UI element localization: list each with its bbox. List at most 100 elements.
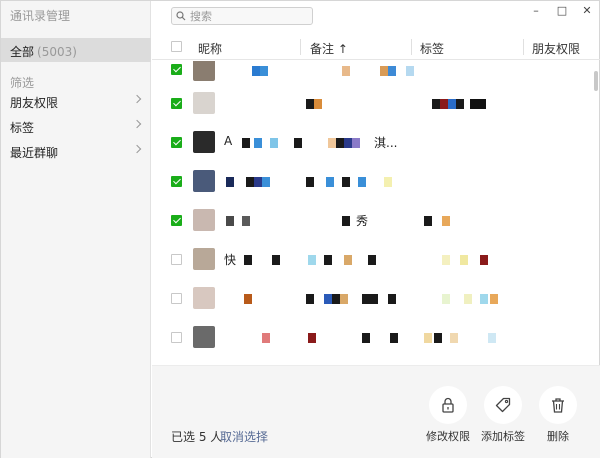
table-row[interactable]: 秀 <box>152 201 587 240</box>
search-box[interactable] <box>171 7 313 25</box>
masked-block <box>326 177 334 187</box>
table-row[interactable] <box>152 318 587 357</box>
masked-block <box>460 255 468 265</box>
window-title: 通讯录管理 <box>10 9 71 23</box>
sidebar-item-label: 最近群聊 <box>10 146 59 160</box>
avatar[interactable] <box>193 209 215 231</box>
avatar[interactable] <box>193 92 215 114</box>
masked-block <box>478 99 486 109</box>
masked-block <box>328 138 336 148</box>
tag-icon <box>495 397 511 413</box>
contacts-manager-window: 通讯录管理 全部 (5003) 筛选 朋友权限 标签 最近群聊 搜索 – □ ✕… <box>0 0 600 458</box>
masked-block <box>456 99 464 109</box>
select-all-checkbox[interactable] <box>171 41 182 52</box>
table-row[interactable]: 快 <box>152 240 587 279</box>
trash-icon <box>552 398 564 413</box>
add-tag-circle[interactable] <box>484 386 522 424</box>
sidebar: 通讯录管理 全部 (5003) 筛选 朋友权限 标签 最近群聊 <box>1 1 151 458</box>
maximize-button[interactable]: □ <box>555 5 569 17</box>
masked-block <box>270 138 278 148</box>
masked-block <box>424 333 432 343</box>
masked-block <box>262 177 270 187</box>
masked-block <box>442 255 450 265</box>
masked-block <box>262 333 270 343</box>
add-tag-button[interactable]: 添加标签 <box>475 386 531 446</box>
masked-block <box>440 99 448 109</box>
delete-label: 删除 <box>547 430 569 443</box>
masked-block <box>252 66 260 76</box>
chevron-right-icon <box>132 144 142 154</box>
row-checkbox[interactable] <box>171 64 182 75</box>
masked-block <box>324 294 332 304</box>
masked-block <box>336 138 344 148</box>
scrollbar-thumb[interactable] <box>594 71 598 91</box>
close-button[interactable]: ✕ <box>580 5 594 17</box>
row-checkbox[interactable] <box>171 215 182 226</box>
masked-block <box>368 255 376 265</box>
edit-permission-circle[interactable] <box>429 386 467 424</box>
masked-block <box>242 216 250 226</box>
row-checkbox[interactable] <box>171 254 182 265</box>
edit-permission-button[interactable]: 修改权限 <box>420 386 476 446</box>
masked-block <box>308 255 316 265</box>
table-row[interactable] <box>152 279 587 318</box>
sidebar-item-all[interactable]: 全部 (5003) <box>1 38 151 62</box>
column-divider[interactable] <box>411 39 412 55</box>
masked-block <box>226 177 234 187</box>
masked-block <box>344 138 352 148</box>
masked-block <box>480 294 488 304</box>
column-divider[interactable] <box>523 39 524 55</box>
masked-block <box>342 66 350 76</box>
avatar[interactable] <box>193 326 215 348</box>
masked-block <box>370 294 378 304</box>
row-checkbox[interactable] <box>171 176 182 187</box>
masked-block <box>226 216 234 226</box>
table-row[interactable]: A 淇... <box>152 123 587 162</box>
masked-block <box>488 333 496 343</box>
masked-block <box>384 177 392 187</box>
sidebar-item-all-label: 全部 (5003) <box>10 43 77 60</box>
masked-block <box>448 99 456 109</box>
delete-button[interactable]: 删除 <box>530 386 586 446</box>
avatar[interactable] <box>193 287 215 309</box>
search-input[interactable] <box>190 9 308 23</box>
avatar[interactable] <box>193 248 215 270</box>
row-checkbox[interactable] <box>171 332 182 343</box>
masked-block <box>246 177 254 187</box>
chevron-right-icon <box>132 94 142 104</box>
masked-block <box>308 333 316 343</box>
sidebar-item-recent-groups[interactable]: 最近群聊 <box>1 140 151 162</box>
masked-block <box>362 333 370 343</box>
contact-remark: 秀 <box>356 214 369 228</box>
column-divider[interactable] <box>300 39 301 55</box>
column-friend-permission[interactable]: 朋友权限 <box>532 40 580 57</box>
column-remark[interactable]: 备注 ↑ <box>310 40 348 57</box>
table-row[interactable] <box>152 84 587 123</box>
masked-block <box>342 177 350 187</box>
masked-block <box>324 255 332 265</box>
masked-block <box>464 294 472 304</box>
row-checkbox[interactable] <box>171 98 182 109</box>
delete-circle[interactable] <box>539 386 577 424</box>
column-tags[interactable]: 标签 <box>420 40 444 57</box>
avatar[interactable] <box>193 170 215 192</box>
deselect-link[interactable]: 取消选择 <box>220 428 268 445</box>
masked-block <box>340 294 348 304</box>
masked-block <box>306 294 314 304</box>
sidebar-item-friend-permission[interactable]: 朋友权限 <box>1 90 151 112</box>
avatar[interactable] <box>193 131 215 153</box>
add-tag-label: 添加标签 <box>481 430 525 443</box>
table-row[interactable] <box>152 162 587 201</box>
masked-block <box>470 99 478 109</box>
row-checkbox[interactable] <box>171 293 182 304</box>
masked-block <box>242 138 250 148</box>
column-nickname[interactable]: 昵称 <box>198 40 222 57</box>
sidebar-item-tags[interactable]: 标签 <box>1 115 151 137</box>
lock-icon <box>442 397 454 413</box>
main-panel: – □ ✕ 昵称 备注 ↑ 标签 朋友权限 <box>152 1 600 458</box>
row-checkbox[interactable] <box>171 137 182 148</box>
avatar[interactable] <box>193 61 215 81</box>
masked-block <box>244 255 252 265</box>
minimize-button[interactable]: – <box>529 5 543 17</box>
masked-block <box>352 138 360 148</box>
